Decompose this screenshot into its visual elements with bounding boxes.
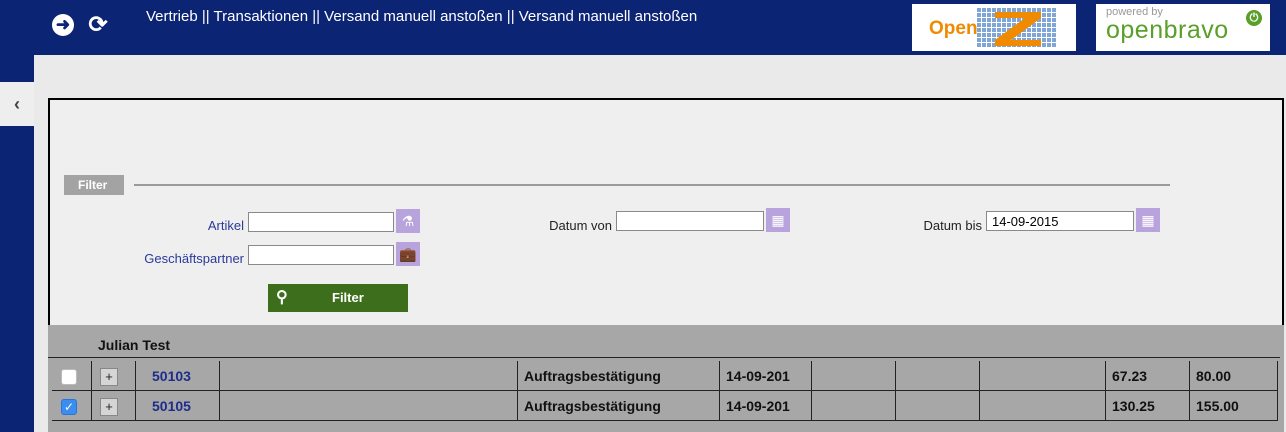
- datum-bis-calendar-icon[interactable]: ▦: [1136, 208, 1160, 232]
- datum-von-label: Datum von: [549, 218, 612, 233]
- openz-logo-text: Open: [929, 18, 978, 39]
- empty-cell: [812, 361, 896, 391]
- artikel-label: Artikel: [207, 218, 244, 233]
- partner-search-briefcase-icon[interactable]: 💼: [396, 242, 420, 266]
- filter-button-label: Filter: [332, 290, 364, 305]
- empty-cell: [896, 391, 980, 421]
- document-type-cell: Auftragsbestätigung: [518, 391, 720, 421]
- refresh-icon[interactable]: ⟳: [84, 10, 112, 38]
- expand-plus-icon[interactable]: +: [100, 398, 118, 416]
- group-header-row: Julian Test: [48, 332, 1280, 358]
- product-search-flask-icon[interactable]: ⚗: [396, 209, 420, 233]
- row-checkbox-checked[interactable]: ✓: [61, 399, 77, 415]
- filter-button[interactable]: ⚲ Filter: [268, 284, 408, 312]
- empty-cell: [896, 361, 980, 391]
- net-amount-cell: 67.23: [1106, 361, 1190, 391]
- datum-von-calendar-icon[interactable]: ▦: [766, 208, 790, 232]
- filter-divider: [134, 184, 1170, 186]
- datum-von-input[interactable]: [616, 211, 764, 231]
- empty-cell: [812, 391, 896, 421]
- filter-section-label: Filter: [64, 175, 124, 195]
- net-amount-cell: 130.25: [1106, 391, 1190, 421]
- openbravo-logo: powered by openbravo ⏻: [1096, 4, 1270, 51]
- expand-plus-icon[interactable]: +: [100, 368, 118, 386]
- gross-amount-cell: 155.00: [1190, 391, 1278, 421]
- row-checkbox[interactable]: [61, 369, 77, 385]
- sidebar-toggle-chevron-left-icon[interactable]: ‹: [0, 82, 34, 126]
- empty-cell: [980, 361, 1106, 391]
- empty-cell: [980, 391, 1106, 421]
- document-type-cell: Auftragsbestätigung: [518, 361, 720, 391]
- date-cell: 14-09-201: [720, 391, 812, 421]
- search-icon: ⚲: [276, 289, 288, 306]
- artikel-input[interactable]: [248, 212, 394, 232]
- app-header: ➜ ⟳ Vertrieb || Transaktionen || Versand…: [0, 0, 1286, 55]
- empty-cell: [220, 391, 518, 421]
- openbravo-power-icon: ⏻: [1246, 10, 1262, 26]
- back-icon[interactable]: ➜: [52, 14, 74, 36]
- date-cell: 14-09-201: [720, 361, 812, 391]
- geschaeftspartner-input[interactable]: [248, 245, 394, 265]
- openz-logo-mark: [977, 8, 1057, 48]
- document-number-link[interactable]: 50105: [136, 391, 220, 421]
- document-number-link[interactable]: 50103: [136, 361, 220, 391]
- openz-logo: Open: [912, 4, 1076, 51]
- page-title: Vertrieb || Transaktionen || Versand man…: [146, 8, 698, 25]
- datum-bis-label: Datum bis: [923, 218, 982, 233]
- datum-bis-input[interactable]: [986, 211, 1134, 231]
- gross-amount-cell: 80.00: [1190, 361, 1278, 391]
- geschaeftspartner-label: Geschäftspartner: [144, 251, 244, 266]
- empty-cell: [220, 361, 518, 391]
- openbravo-brand-text: openbravo: [1106, 16, 1229, 44]
